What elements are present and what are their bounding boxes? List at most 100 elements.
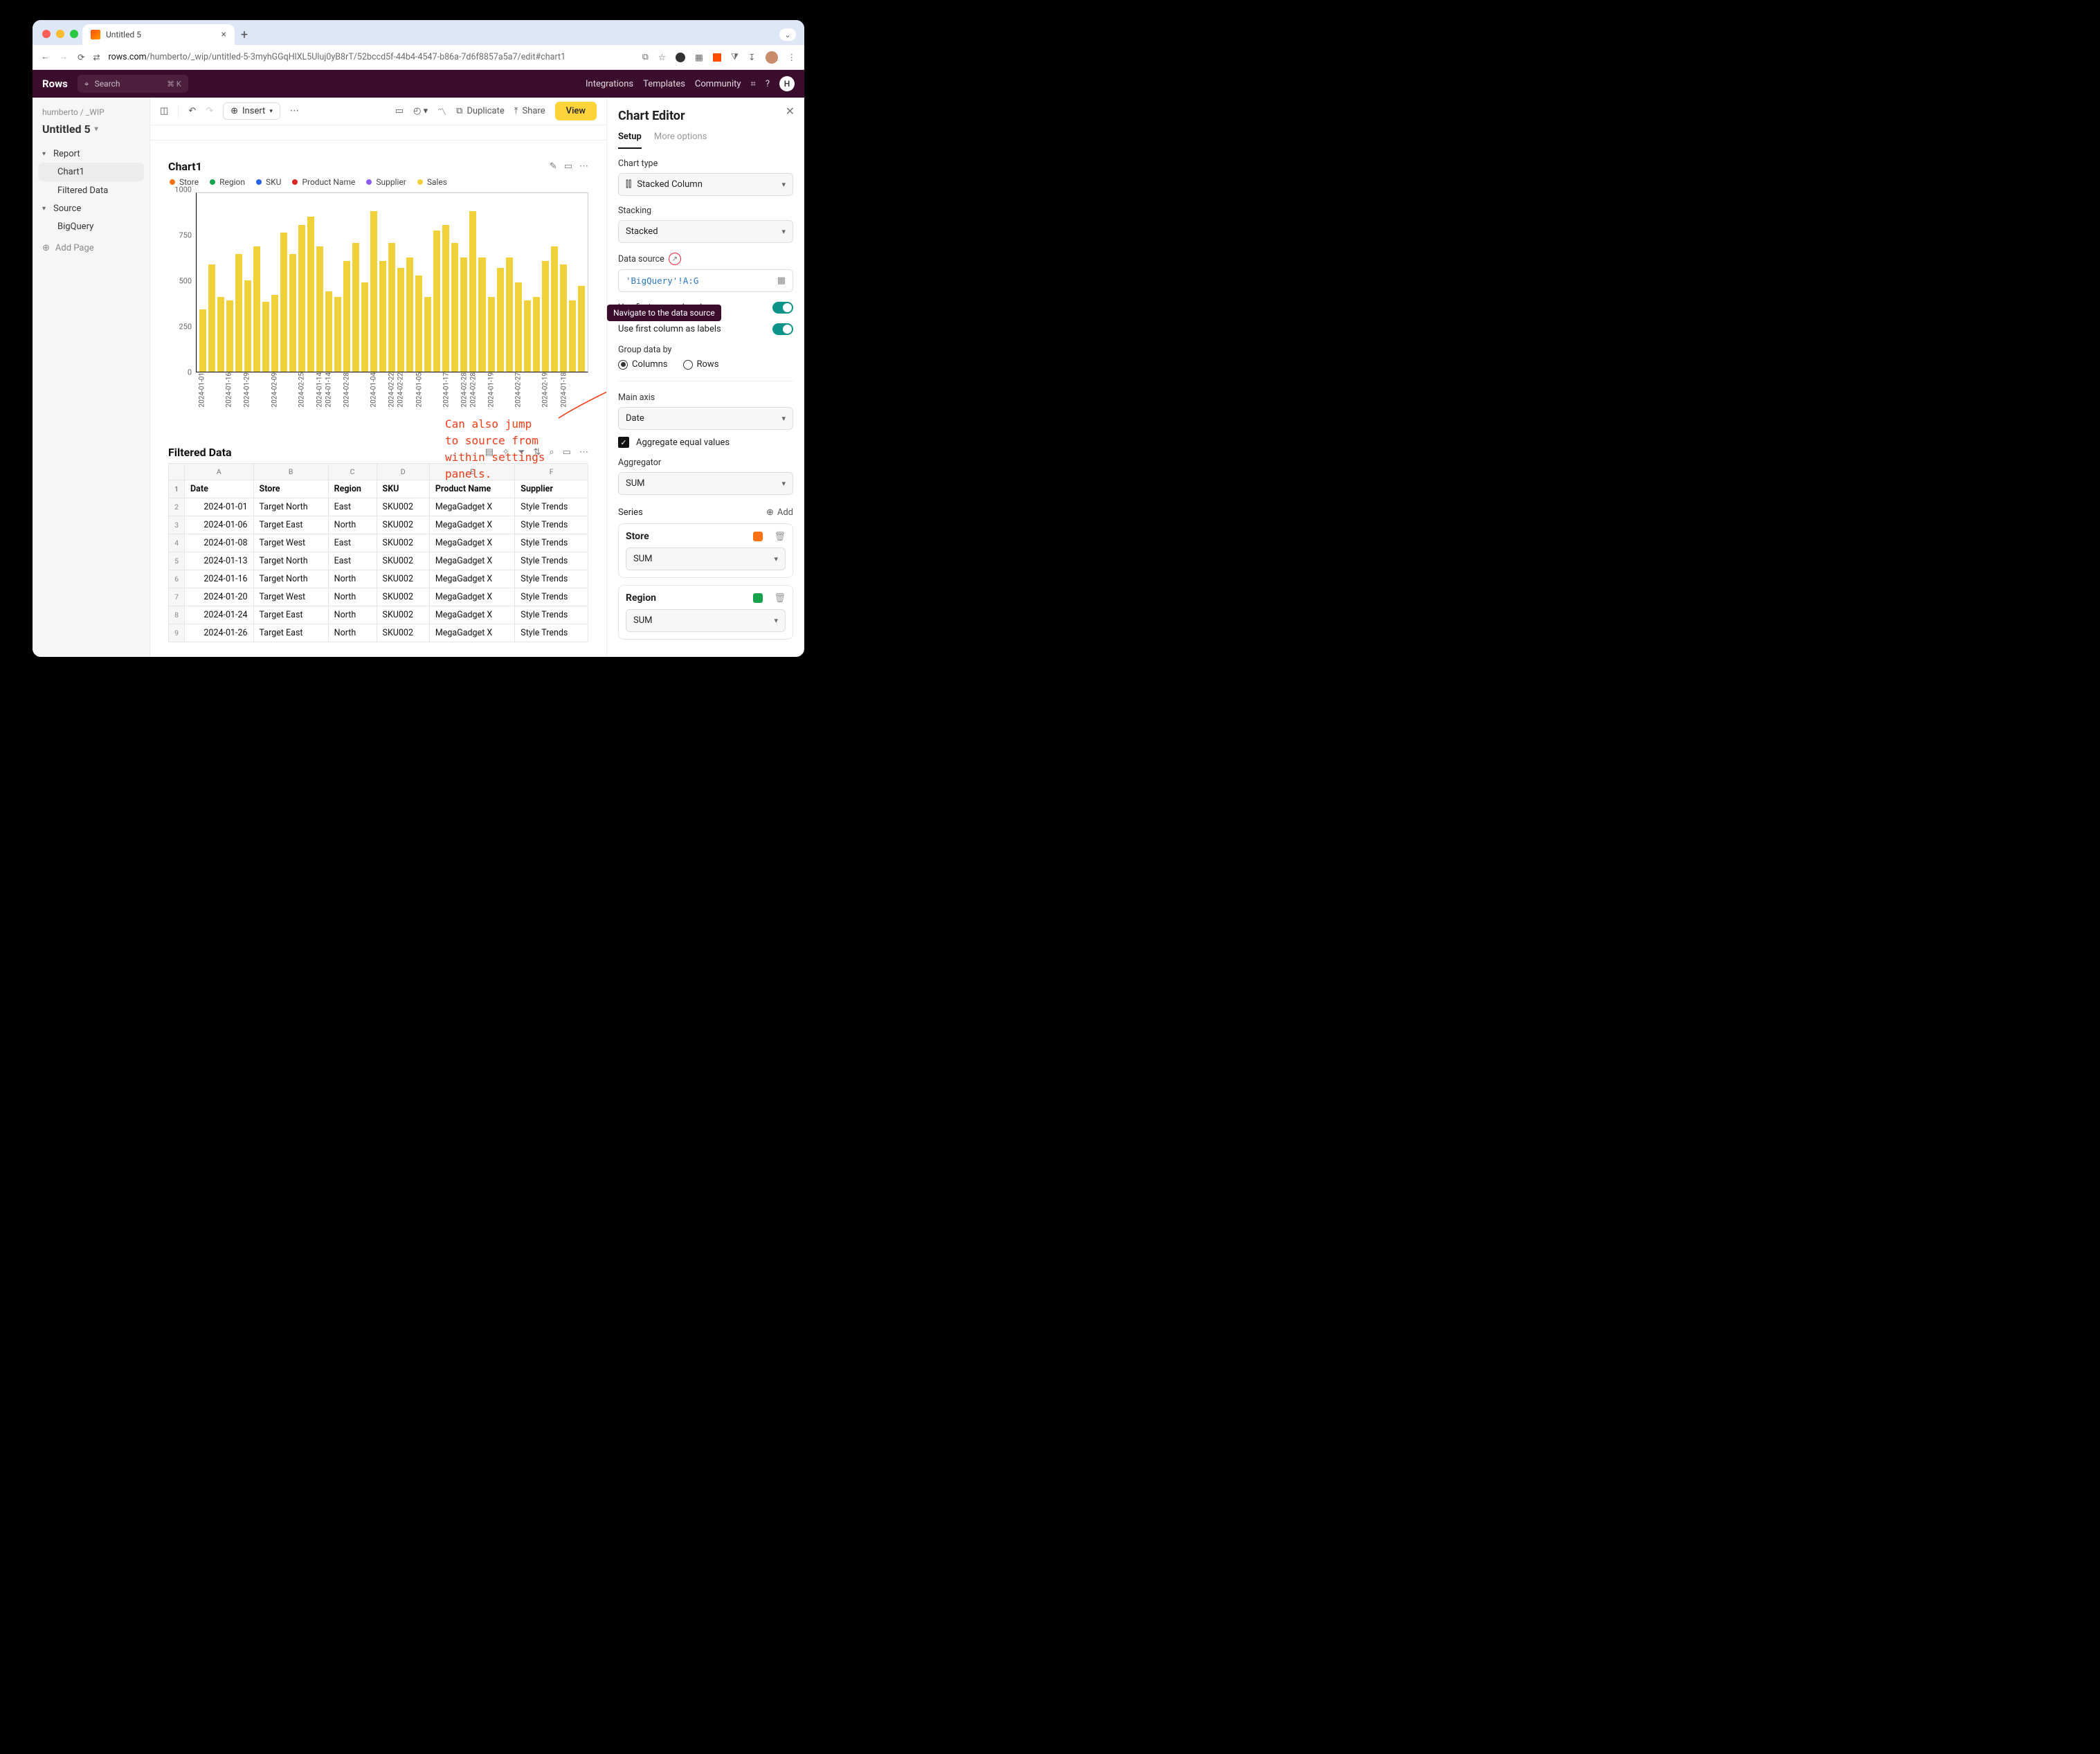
chart-bar[interactable] bbox=[226, 300, 233, 372]
brand-logo[interactable]: Rows bbox=[42, 78, 68, 90]
chart-bar[interactable] bbox=[325, 291, 332, 372]
sidebar-item-chart1[interactable]: Chart1 bbox=[38, 163, 144, 181]
chart-bar[interactable] bbox=[289, 254, 296, 372]
chart-bar[interactable] bbox=[244, 280, 251, 372]
series-agg-select[interactable]: SUM▾ bbox=[626, 609, 786, 632]
chart-bar[interactable] bbox=[208, 264, 215, 372]
chart-bar[interactable] bbox=[533, 297, 540, 372]
undo-icon[interactable]: ↶ bbox=[188, 106, 196, 116]
chart-bar[interactable] bbox=[298, 225, 305, 372]
open-external-icon[interactable]: ⧉ bbox=[642, 52, 649, 62]
url-field[interactable]: rows.com/humberto/_wip/untitled-5-3myhGG… bbox=[109, 52, 634, 62]
view-button[interactable]: View bbox=[555, 102, 597, 120]
sidebar-item-filtered-data[interactable]: Filtered Data bbox=[38, 181, 144, 200]
more-menu-icon[interactable]: ⋯ bbox=[290, 106, 299, 116]
table-row[interactable]: 32024-01-06Target EastNorthSKU002MegaGad… bbox=[169, 516, 588, 534]
chart-bar[interactable] bbox=[469, 211, 476, 372]
chart-bar[interactable] bbox=[217, 297, 224, 372]
chart-bar[interactable] bbox=[578, 286, 585, 372]
legend-item[interactable]: Region bbox=[210, 177, 245, 187]
chart-bar[interactable] bbox=[569, 300, 576, 372]
chart-bar[interactable] bbox=[352, 243, 359, 372]
ext-icon-1[interactable] bbox=[676, 53, 685, 62]
legend-item[interactable]: Sales bbox=[417, 177, 447, 187]
first-col-labels-toggle[interactable] bbox=[772, 323, 793, 335]
aggregate-checkbox[interactable]: ✓ bbox=[618, 437, 629, 448]
nav-integrations[interactable]: Integrations bbox=[586, 79, 633, 89]
chart-bar[interactable] bbox=[415, 275, 422, 372]
delete-series-icon[interactable]: 🗑 bbox=[774, 532, 786, 542]
chart-bar[interactable] bbox=[397, 268, 404, 372]
search-icon[interactable]: ⌕ bbox=[549, 447, 554, 458]
chart-type-select[interactable]: ⫿⫿ Stacked Column▾ bbox=[618, 173, 793, 196]
main-axis-select[interactable]: Date▾ bbox=[618, 407, 793, 430]
table-more-icon[interactable]: ⋯ bbox=[579, 447, 588, 458]
new-tab-button[interactable]: + bbox=[235, 24, 254, 45]
chart-bar[interactable] bbox=[515, 282, 522, 372]
data-table[interactable]: ABCDEF1DateStoreRegionSKUProduct NameSup… bbox=[168, 463, 588, 642]
stacking-select[interactable]: Stacked▾ bbox=[618, 220, 793, 243]
chart-bar[interactable] bbox=[280, 233, 287, 372]
chart-plot[interactable]: 02505007501000 2024-01-012024-01-162024-… bbox=[168, 190, 588, 411]
chart-bar[interactable] bbox=[271, 295, 278, 372]
ext-icon-3[interactable] bbox=[713, 53, 721, 62]
comment-icon[interactable]: ▭ bbox=[395, 106, 404, 116]
nav-reload-icon[interactable]: ⟳ bbox=[78, 52, 84, 63]
extensions-icon[interactable]: ⧩ bbox=[731, 52, 739, 62]
chevron-down-icon[interactable]: ▾ bbox=[95, 125, 98, 133]
navigate-to-source-button[interactable]: ↗ bbox=[669, 253, 681, 265]
sidebar-item-bigquery[interactable]: BigQuery bbox=[38, 217, 144, 236]
chart-bar[interactable] bbox=[388, 243, 395, 372]
chart-bar[interactable] bbox=[560, 264, 567, 372]
insert-button[interactable]: ⊕ Insert ▾ bbox=[223, 102, 280, 120]
group-by-columns-radio[interactable]: Columns bbox=[618, 359, 668, 370]
legend-item[interactable]: Product Name bbox=[292, 177, 355, 187]
share-button[interactable]: ⤒ Share bbox=[514, 106, 545, 116]
gift-icon[interactable]: ⌗ bbox=[751, 79, 756, 89]
site-settings-icon[interactable]: ⇄ bbox=[93, 53, 100, 62]
chart-bar[interactable] bbox=[524, 300, 531, 372]
chart-bar[interactable] bbox=[316, 246, 323, 372]
chart-bar[interactable] bbox=[307, 217, 314, 372]
chart-bar[interactable] bbox=[361, 282, 368, 372]
nav-back-icon[interactable]: ← bbox=[41, 52, 50, 62]
chart-bar[interactable] bbox=[433, 230, 440, 372]
bookmark-star-icon[interactable]: ☆ bbox=[658, 52, 666, 63]
table-row[interactable]: 82024-01-24Target EastNorthSKU002MegaGad… bbox=[169, 606, 588, 624]
add-series-button[interactable]: ⊕ Add bbox=[766, 507, 793, 518]
window-traffic-lights[interactable] bbox=[39, 30, 82, 45]
chart-bar[interactable] bbox=[506, 257, 513, 372]
chart-bar[interactable] bbox=[262, 302, 269, 372]
close-tab-icon[interactable]: × bbox=[221, 29, 226, 40]
table-row[interactable]: 42024-01-08Target WestEastSKU002MegaGadg… bbox=[169, 534, 588, 552]
chart-bar[interactable] bbox=[253, 246, 260, 372]
user-avatar[interactable]: H bbox=[779, 76, 795, 91]
kebab-menu-icon[interactable]: ⋮ bbox=[788, 52, 797, 63]
history-icon[interactable]: ◴ ▾ bbox=[413, 106, 428, 116]
browser-tab[interactable]: Untitled 5 × bbox=[82, 24, 235, 45]
chart-bar[interactable] bbox=[488, 297, 495, 372]
chart-bar[interactable] bbox=[551, 246, 558, 372]
chart-bar[interactable] bbox=[497, 268, 504, 372]
table-row[interactable]: 22024-01-01Target NorthEastSKU002MegaGad… bbox=[169, 498, 588, 516]
aggregator-select[interactable]: SUM▾ bbox=[618, 472, 793, 495]
first-row-headers-toggle[interactable] bbox=[772, 302, 793, 314]
table-row[interactable]: 52024-01-13Target NorthEastSKU002MegaGad… bbox=[169, 552, 588, 570]
section-source[interactable]: ▾Source bbox=[38, 200, 144, 217]
chart-bar[interactable] bbox=[451, 243, 458, 372]
table-comment-icon[interactable]: ▭ bbox=[563, 447, 571, 458]
nav-community[interactable]: Community bbox=[695, 79, 741, 89]
series-color-swatch[interactable] bbox=[753, 532, 763, 541]
chart-bar[interactable] bbox=[370, 211, 377, 372]
group-by-rows-radio[interactable]: Rows bbox=[683, 359, 719, 370]
table-row[interactable]: 72024-01-20Target WestNorthSKU002MegaGad… bbox=[169, 588, 588, 606]
chart-bar[interactable] bbox=[442, 225, 449, 372]
nav-templates[interactable]: Templates bbox=[643, 79, 685, 89]
series-agg-select[interactable]: SUM▾ bbox=[626, 548, 786, 570]
chart-bar[interactable] bbox=[478, 257, 485, 372]
tab-setup[interactable]: Setup bbox=[618, 132, 642, 149]
profile-avatar-icon[interactable] bbox=[766, 51, 778, 64]
legend-item[interactable]: SKU bbox=[256, 177, 281, 187]
chart-bar[interactable] bbox=[199, 309, 206, 372]
chart-more-icon[interactable]: ⋯ bbox=[579, 161, 588, 172]
